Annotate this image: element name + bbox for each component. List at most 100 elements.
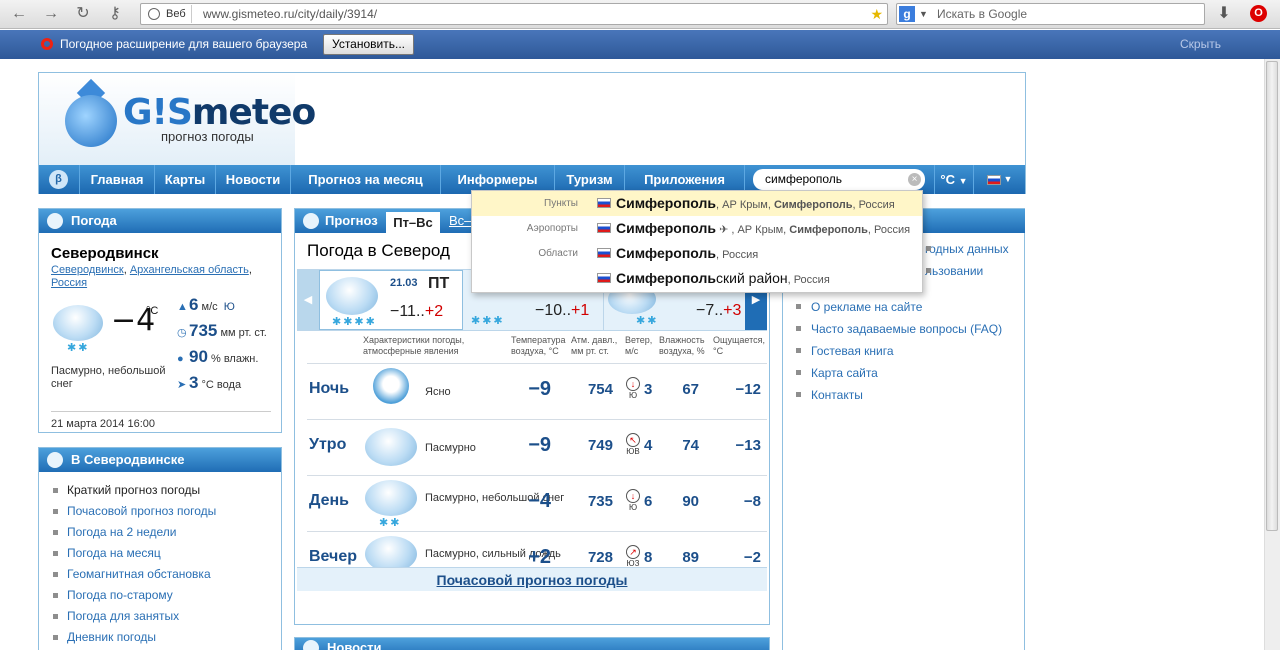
right-link-usage[interactable]: льзовании <box>925 264 983 278</box>
list-item[interactable]: Погода на месяц <box>51 543 216 564</box>
nav-month-forecast[interactable]: Прогноз на месяц <box>291 165 441 194</box>
region-area-link[interactable]: Архангельская область <box>130 264 249 276</box>
extension-notice-bar: Погодное расширение для вашего браузера … <box>0 30 1280 59</box>
in-city-item-link[interactable]: Почасовой прогноз погоды <box>67 504 216 518</box>
list-item[interactable]: Погода по-старому <box>51 585 216 606</box>
address-bar[interactable]: Веб www.gismeteo.ru/city/daily/3914/ ★ <box>140 3 888 25</box>
day-temp-max: +3 <box>723 302 742 319</box>
suggest-name-bold: Симферополь <box>616 270 717 286</box>
right-link-sitemap[interactable]: Карта сайта <box>795 366 878 380</box>
day-prev-button[interactable]: ◀ <box>297 270 319 330</box>
row-wind-direction: Ю <box>628 503 638 512</box>
tab-fri-sun[interactable]: Пт–Вс <box>386 212 440 233</box>
day-temp-range: −7..+3 <box>696 302 741 320</box>
day-card-1[interactable]: ✱✱✱✱ 21.03 ПТ −11..+2 <box>319 270 463 330</box>
list-item[interactable]: Почасовой прогноз погоды <box>51 501 216 522</box>
back-icon[interactable]: ← <box>8 3 30 25</box>
observation-date: 21 марта 2014 16:00 <box>51 411 271 430</box>
beta-icon[interactable]: β <box>49 170 68 189</box>
install-button[interactable]: Установить... <box>323 34 414 55</box>
city-search-input[interactable]: симферополь × <box>753 169 925 190</box>
row-feels-like: −2 <box>743 549 761 566</box>
day-temp-range: −10..+1 <box>535 302 589 320</box>
right-link-faq[interactable]: Часто задаваемые вопросы (FAQ) <box>795 322 1002 336</box>
google-icon[interactable]: g <box>899 6 915 22</box>
row-wind-direction: ЮВ <box>626 447 640 456</box>
in-city-item-link[interactable]: Погода на 2 недели <box>67 525 177 539</box>
in-city-header-icon <box>47 452 63 468</box>
logo-wordmark: G!Smeteo <box>123 95 316 131</box>
nav-home[interactable]: Главная <box>79 165 155 194</box>
opera-menu-icon[interactable]: O <box>1250 5 1267 22</box>
water-unit: °C вода <box>201 379 242 391</box>
day-temp-min: −11.. <box>390 303 425 320</box>
cloud-icon <box>53 305 103 341</box>
list-item[interactable]: Погода на 2 недели <box>51 522 216 543</box>
pressure-stat: ◷ 735 мм рт. ст. <box>177 321 267 341</box>
suggest-tail: ✈ , АР Крым, <box>716 224 790 236</box>
list-item[interactable]: Симферопольский район, Россия <box>472 266 922 291</box>
list-item[interactable]: Геомагнитная обстановка <box>51 564 216 585</box>
list-item[interactable]: Области Симферополь, Россия <box>472 241 922 266</box>
url-text[interactable]: www.gismeteo.ru/city/daily/3914/ <box>203 4 377 24</box>
row-pressure: 735 <box>587 493 613 510</box>
region-city-link[interactable]: Северодвинск <box>51 264 124 276</box>
nav-maps[interactable]: Карты <box>155 165 216 194</box>
list-item[interactable]: Дневник погоды <box>51 627 216 648</box>
hourly-forecast-link[interactable]: Почасовой прогноз погоды <box>297 567 767 591</box>
city-region: Северодвинск, Архангельская область, Росс… <box>51 264 252 289</box>
in-city-item-link[interactable]: Геомагнитная обстановка <box>67 567 211 581</box>
scrollbar-thumb[interactable] <box>1266 61 1278 531</box>
drop-icon: ● <box>177 353 184 365</box>
search-engine-dropdown-icon[interactable]: ▼ <box>919 4 928 24</box>
col-header-conditions: Характеристики погоды, атмосферные явлен… <box>363 335 465 356</box>
list-item[interactable]: Аэропорты Симферополь ✈ , АР Крым, Симфе… <box>472 216 922 241</box>
cloud-icon <box>365 428 417 466</box>
water-value: 3 <box>189 373 199 392</box>
nav-news[interactable]: Новости <box>216 165 291 194</box>
in-city-item-link[interactable]: Дневник погоды <box>67 630 156 644</box>
day-temp-range: −11..+2 <box>390 303 443 321</box>
row-temperature: −4 <box>528 490 551 512</box>
right-link-contacts[interactable]: Контакты <box>795 388 863 402</box>
water-stat: ➤ 3 °C вода <box>177 373 241 393</box>
search-placeholder: Искать в Google <box>937 7 1028 21</box>
download-icon[interactable]: ⬇ <box>1214 3 1234 25</box>
notice-text: Погодное расширение для вашего браузера <box>60 37 308 51</box>
key-icon[interactable]: ⚷ <box>104 3 126 25</box>
hide-notice-link[interactable]: Скрыть <box>1180 30 1221 59</box>
in-city-item-link[interactable]: Погода на месяц <box>67 546 161 560</box>
in-city-item-link[interactable]: Погода по-старому <box>67 588 173 602</box>
fish-icon: ➤ <box>177 379 187 391</box>
url-scheme-chip[interactable]: Веб <box>142 5 192 23</box>
list-item[interactable]: Погода для занятых <box>51 606 216 627</box>
weather-header-icon <box>47 213 63 229</box>
clear-search-icon[interactable]: × <box>908 173 921 186</box>
table-row: Утро Пасмурно −9 749 ↖ ЮВ 4 74 −13 <box>307 419 767 475</box>
in-city-item-link[interactable]: Погода для занятых <box>67 609 179 623</box>
forward-icon[interactable]: → <box>40 3 62 25</box>
row-period: Ночь <box>309 380 350 397</box>
snow-icon: ✱✱✱✱ <box>332 316 377 328</box>
logo-drop-icon <box>65 95 117 147</box>
row-wind: 6 <box>644 493 653 510</box>
region-country-link[interactable]: Россия <box>51 277 87 289</box>
tab-next[interactable]: Вс– <box>449 209 471 233</box>
gismeteo-logo[interactable]: G!Smeteo прогноз погоды <box>39 73 316 165</box>
row-period: Утро <box>309 436 347 453</box>
language-selector[interactable]: ▼ <box>982 165 1022 194</box>
right-link-data[interactable]: годных данных <box>925 242 1009 256</box>
tab-forecast[interactable]: Прогноз <box>325 209 378 233</box>
list-item[interactable]: Пункты Симферополь, АР Крым, Симферополь… <box>472 191 922 216</box>
reload-icon[interactable]: ↻ <box>72 3 94 25</box>
right-link-ads[interactable]: О рекламе на сайте <box>795 300 922 314</box>
russia-flag-icon <box>987 174 1001 185</box>
suggest-name: Симферопольский район, Россия <box>616 266 830 293</box>
wind-arrow-icon: ▲ <box>177 301 188 313</box>
unit-selector[interactable]: °C ▼ <box>934 165 974 194</box>
in-city-title: В Северодвинске <box>71 452 185 467</box>
list-item[interactable]: Краткий прогноз погоды <box>51 480 216 501</box>
browser-search-box[interactable]: g ▼ Искать в Google <box>896 3 1205 25</box>
right-link-guestbook[interactable]: Гостевая книга <box>795 344 894 358</box>
bookmark-star-icon[interactable]: ★ <box>870 4 883 24</box>
